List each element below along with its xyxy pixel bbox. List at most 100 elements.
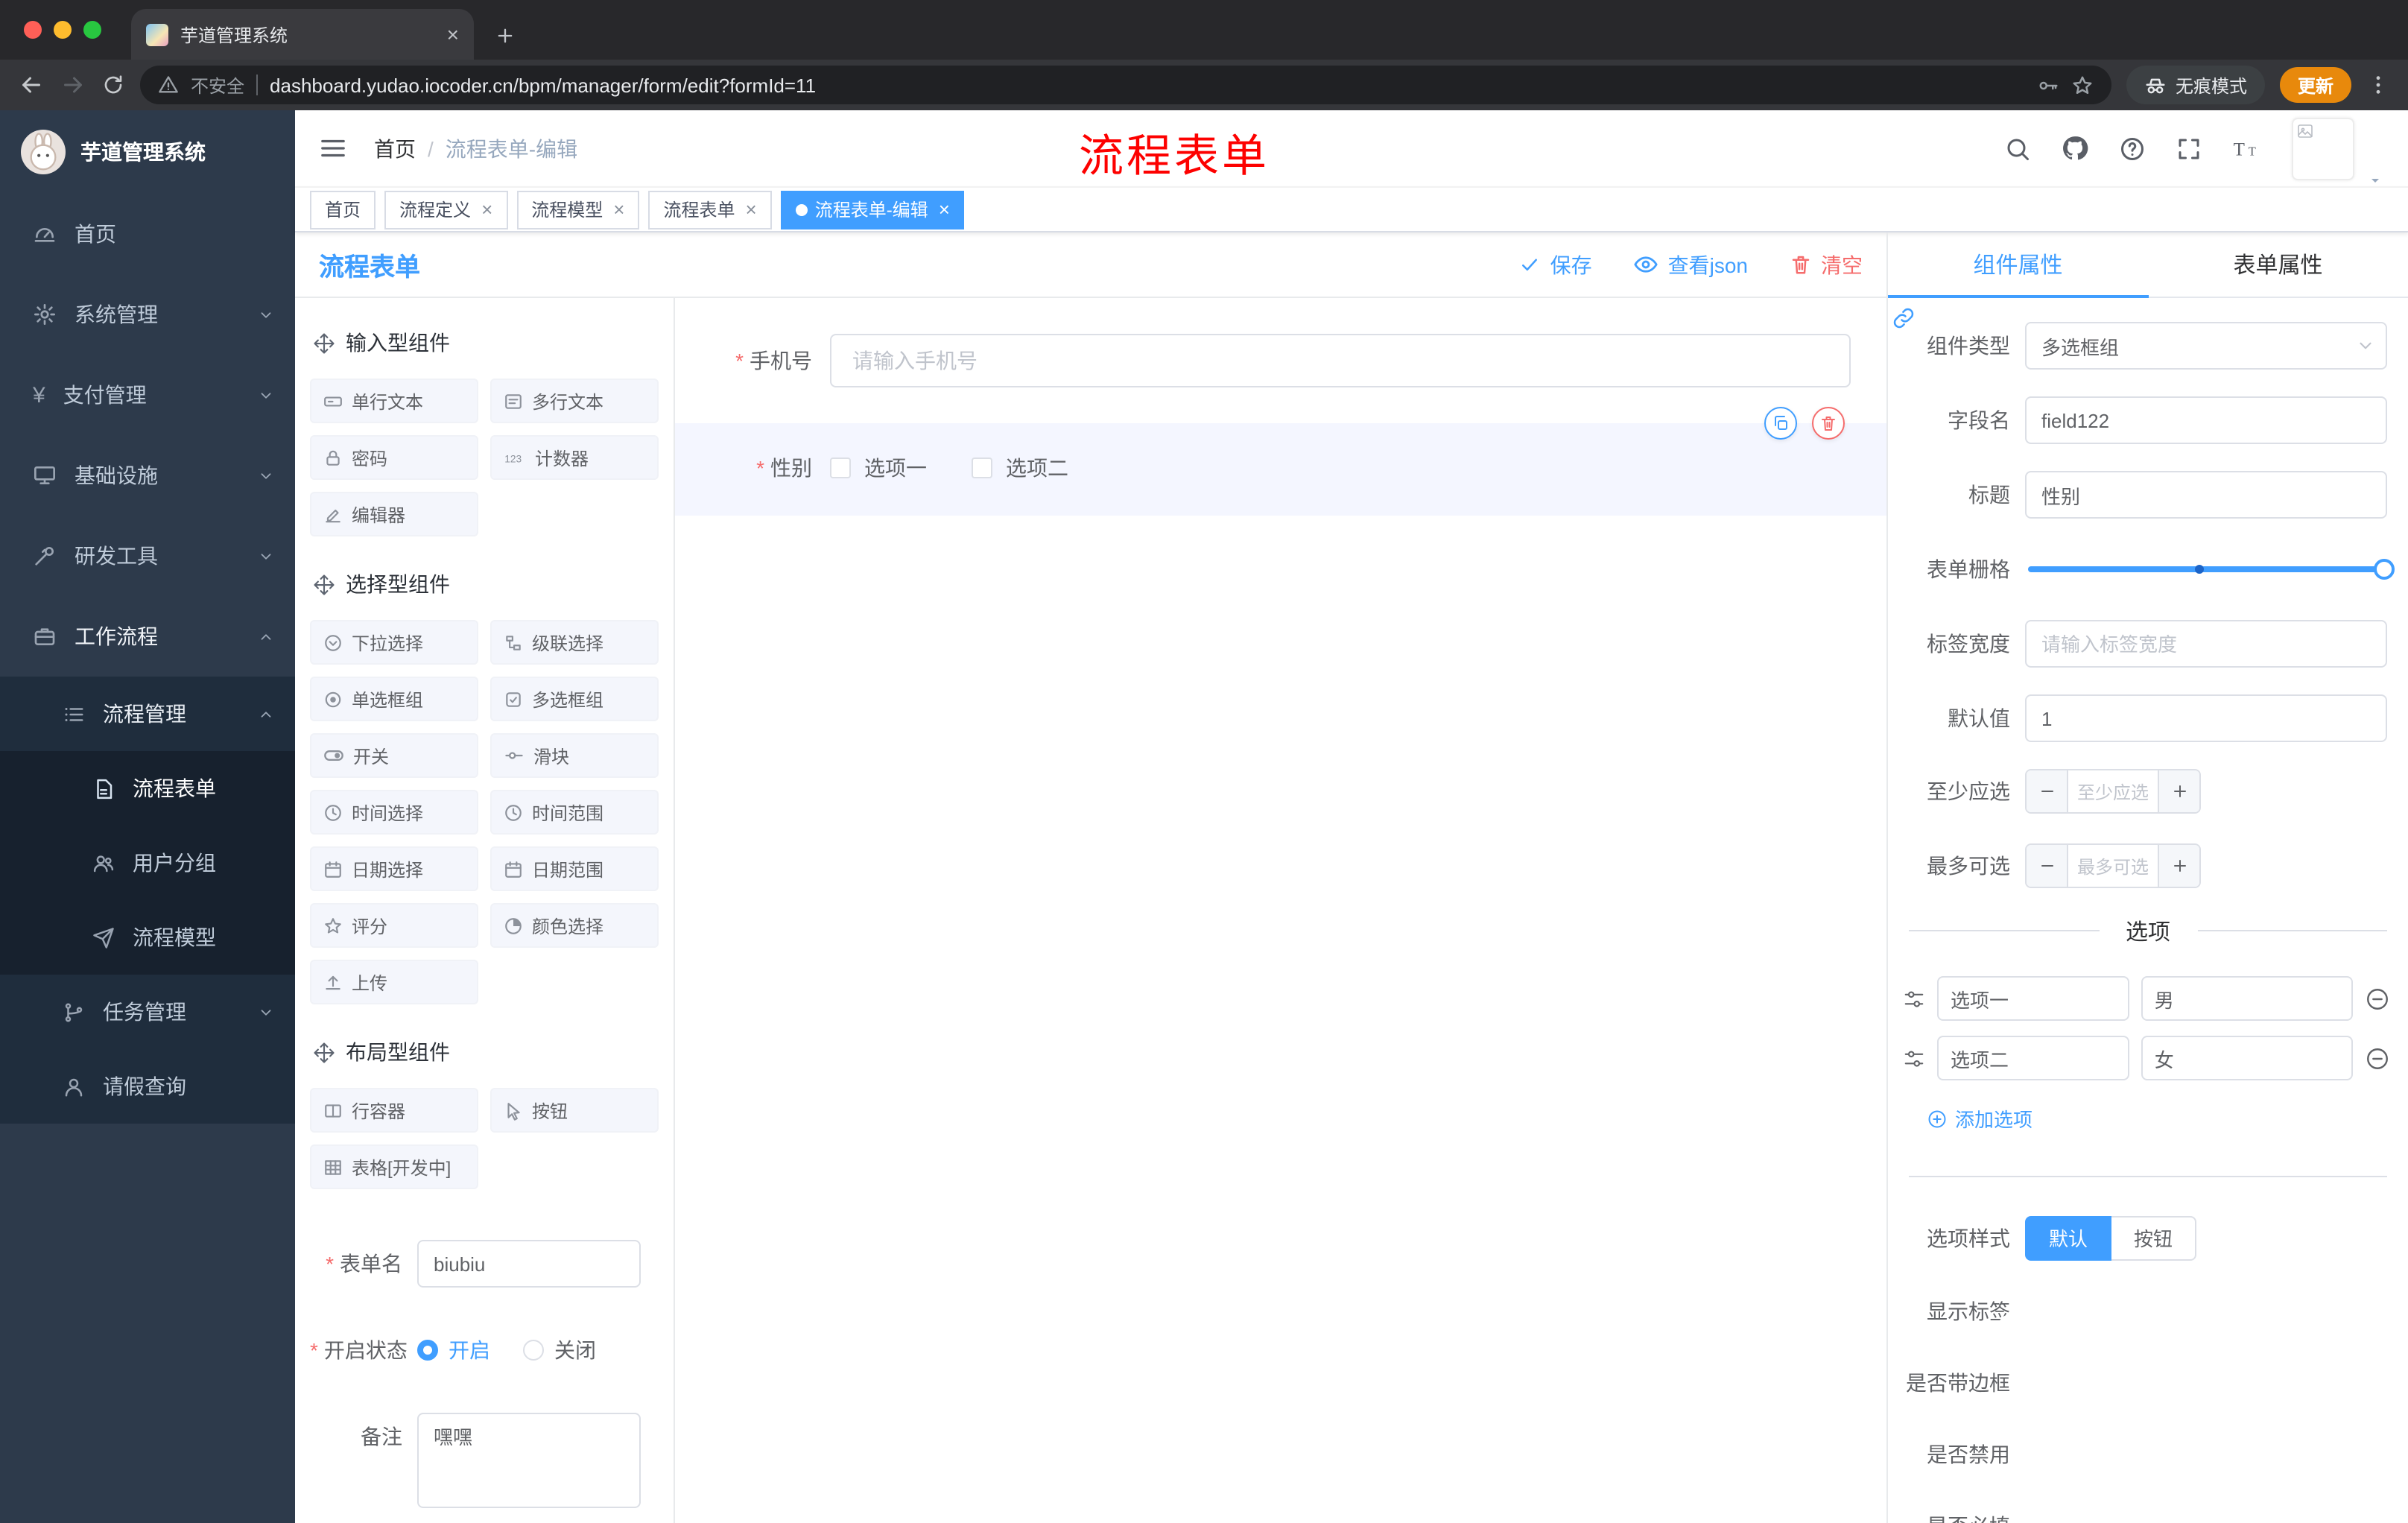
bookmark-star-icon[interactable] <box>2071 74 2094 96</box>
option-label-input[interactable] <box>1937 976 2129 1021</box>
sidebar-item-system-mgmt[interactable]: 系统管理 <box>0 274 295 355</box>
tag-process-form[interactable]: 流程表单 × <box>648 190 772 229</box>
tune-drag-icon[interactable] <box>1903 987 1925 1010</box>
copy-component-button[interactable] <box>1764 407 1797 440</box>
forward-icon[interactable] <box>60 72 86 98</box>
checkbox-box[interactable] <box>972 457 992 478</box>
window-close-button[interactable] <box>24 21 42 39</box>
sidebar-item-process-mgmt[interactable]: 流程管理 <box>0 677 295 751</box>
checkbox-box[interactable] <box>830 457 851 478</box>
chain-link-icon[interactable] <box>1892 307 1915 329</box>
back-icon[interactable] <box>18 72 45 98</box>
view-json-button[interactable]: 查看json <box>1634 250 1748 279</box>
fullscreen-icon[interactable] <box>2176 135 2202 162</box>
option-style-default-button[interactable]: 默认 <box>2025 1215 2112 1260</box>
tag-process-form-edit[interactable]: 流程表单-编辑 × <box>780 190 965 229</box>
palette-item-date-range[interactable]: 日期范围 <box>490 846 659 891</box>
palette-item-upload[interactable]: 上传 <box>310 960 478 1004</box>
palette-item-button[interactable]: 按钮 <box>490 1088 659 1133</box>
hamburger-icon[interactable] <box>319 134 347 162</box>
sidebar-item-workflow[interactable]: 工作流程 <box>0 596 295 677</box>
sidebar-item-dev-tools[interactable]: 研发工具 <box>0 516 295 596</box>
browser-tab[interactable]: 芋道管理系统 × <box>131 9 474 60</box>
tab-close-icon[interactable]: × <box>447 22 459 46</box>
palette-item-date-picker[interactable]: 日期选择 <box>310 846 478 891</box>
sidebar-item-process-form[interactable]: 流程表单 <box>0 751 295 826</box>
tag-close-icon[interactable]: × <box>746 200 757 219</box>
option-value-input[interactable] <box>2141 976 2353 1021</box>
stepper-plus-button[interactable] <box>2158 845 2199 887</box>
avatar-caret-icon[interactable] <box>2366 171 2384 189</box>
status-radio-on[interactable]: 开启 <box>417 1335 490 1365</box>
min-select-value[interactable]: 至少应选 <box>2068 770 2158 812</box>
form-name-input[interactable] <box>417 1240 641 1288</box>
palette-item-single-line-text[interactable]: 单行文本 <box>310 379 478 423</box>
stepper-minus-button[interactable] <box>2027 845 2068 887</box>
sidebar-item-leave-query[interactable]: 请假查询 <box>0 1049 295 1124</box>
palette-item-checkbox-group[interactable]: 多选框组 <box>490 677 659 721</box>
canvas-field-gender-selected[interactable]: 性别 选项一 选项二 <box>675 407 1886 516</box>
palette-item-multiline-text[interactable]: 多行文本 <box>490 379 659 423</box>
option-label-input[interactable] <box>1937 1036 2129 1080</box>
github-icon[interactable] <box>2061 134 2089 162</box>
app-logo[interactable]: 芋道管理系统 <box>0 110 295 194</box>
tune-drag-icon[interactable] <box>1903 1047 1925 1069</box>
field-name-input[interactable] <box>2025 396 2387 444</box>
form-canvas[interactable]: 手机号 性别 选项一 选项二 <box>675 298 1886 1523</box>
label-width-input[interactable] <box>2025 620 2387 668</box>
tag-close-icon[interactable]: × <box>939 200 950 219</box>
sidebar-item-user-groups[interactable]: 用户分组 <box>0 826 295 900</box>
gender-option-2[interactable]: 选项二 <box>972 453 1068 483</box>
stepper-minus-button[interactable] <box>2027 770 2068 812</box>
status-radio-off[interactable]: 关闭 <box>523 1335 596 1365</box>
palette-item-time-range[interactable]: 时间范围 <box>490 790 659 835</box>
tag-process-model[interactable]: 流程模型 × <box>516 190 640 229</box>
palette-item-row-container[interactable]: 行容器 <box>310 1088 478 1133</box>
breadcrumb-home[interactable]: 首页 <box>374 133 416 163</box>
palette-item-counter[interactable]: 计数器 <box>490 435 659 480</box>
new-tab-button[interactable] <box>486 16 525 55</box>
palette-item-dropdown[interactable]: 下拉选择 <box>310 620 478 665</box>
gender-option-1[interactable]: 选项一 <box>830 453 927 483</box>
tag-close-icon[interactable]: × <box>613 200 624 219</box>
address-bar[interactable]: 不安全 dashboard.yudao.iocoder.cn/bpm/manag… <box>140 66 2111 104</box>
window-minimize-button[interactable] <box>54 21 72 39</box>
save-button[interactable]: 保存 <box>1519 250 1592 279</box>
browser-menu-icon[interactable] <box>2366 73 2390 97</box>
option-value-input[interactable] <box>2141 1036 2353 1080</box>
palette-item-switch[interactable]: 开关 <box>310 733 478 778</box>
palette-item-radio-group[interactable]: 单选框组 <box>310 677 478 721</box>
canvas-field-phone[interactable]: 手机号 <box>675 334 1886 387</box>
palette-item-table[interactable]: 表格[开发中] <box>310 1144 478 1189</box>
delete-component-button[interactable] <box>1812 407 1845 440</box>
sidebar-item-infrastructure[interactable]: 基础设施 <box>0 435 295 516</box>
clear-button[interactable]: 清空 <box>1790 250 1863 279</box>
sidebar-item-home[interactable]: 首页 <box>0 194 295 274</box>
avatar[interactable] <box>2292 117 2354 180</box>
sidebar-item-payment-mgmt[interactable]: ¥ 支付管理 <box>0 355 295 435</box>
remove-option-icon[interactable] <box>2365 1045 2390 1071</box>
component-type-select[interactable] <box>2025 322 2387 370</box>
title-input[interactable] <box>2025 471 2387 519</box>
option-style-button-button[interactable]: 按钮 <box>2111 1215 2197 1260</box>
palette-item-editor[interactable]: 编辑器 <box>310 492 478 536</box>
slider-handle[interactable] <box>2374 559 2395 580</box>
font-size-icon[interactable] <box>2232 133 2262 163</box>
sidebar-item-process-model[interactable]: 流程模型 <box>0 900 295 975</box>
form-remark-input[interactable]: 嘿嘿 <box>417 1413 641 1508</box>
palette-item-rate[interactable]: 评分 <box>310 903 478 948</box>
search-icon[interactable] <box>2004 135 2031 162</box>
tab-form-props[interactable]: 表单属性 <box>2148 232 2408 297</box>
palette-item-time-picker[interactable]: 时间选择 <box>310 790 478 835</box>
tab-component-props[interactable]: 组件属性 <box>1888 232 2148 298</box>
add-option-button[interactable]: 添加选项 <box>1927 1104 2032 1133</box>
reload-icon[interactable] <box>101 73 125 97</box>
stepper-plus-button[interactable] <box>2158 770 2199 812</box>
update-button[interactable]: 更新 <box>2279 67 2351 103</box>
default-value-input[interactable] <box>2025 694 2387 742</box>
sidebar-item-task-mgmt[interactable]: 任务管理 <box>0 975 295 1049</box>
palette-item-slider[interactable]: 滑块 <box>490 733 659 778</box>
remove-option-icon[interactable] <box>2365 986 2390 1011</box>
password-key-icon[interactable] <box>2037 74 2059 96</box>
window-zoom-button[interactable] <box>83 21 101 39</box>
